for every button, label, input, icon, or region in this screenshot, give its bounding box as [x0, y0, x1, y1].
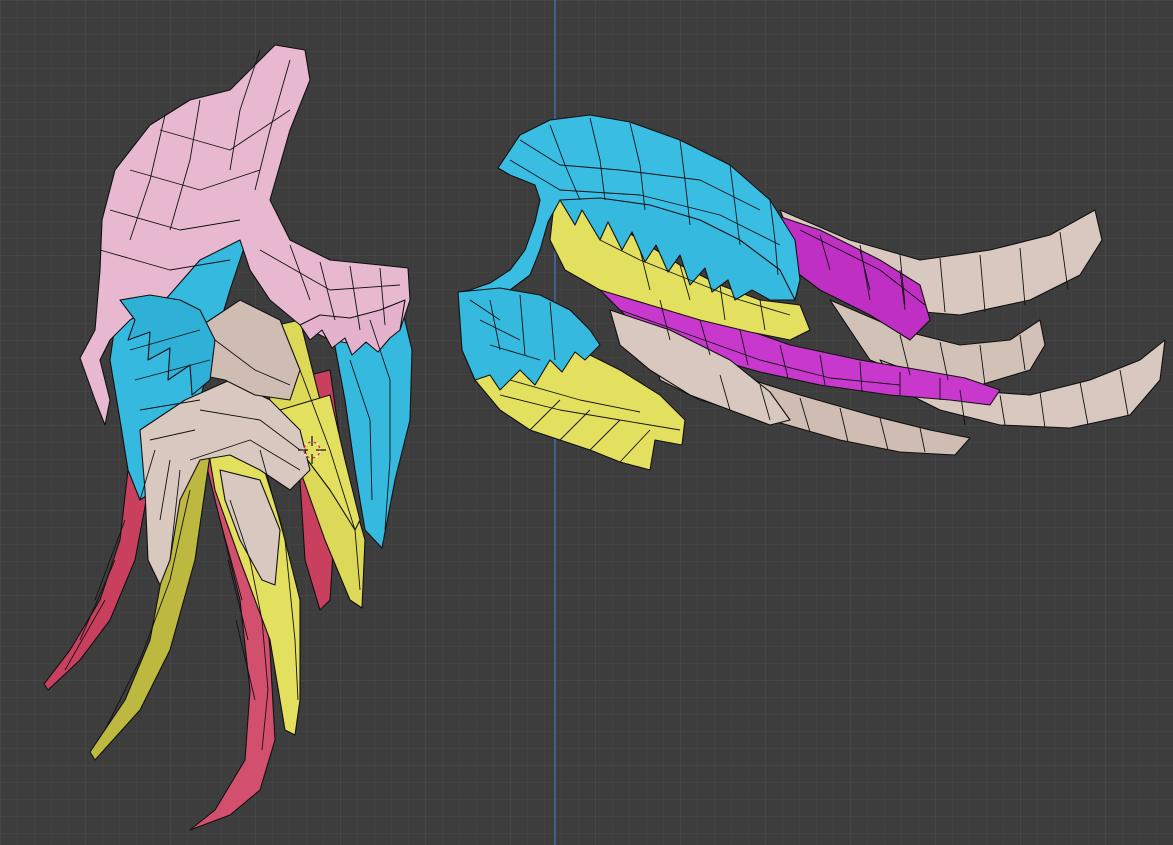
viewport-canvas[interactable]	[0, 0, 1173, 845]
3d-viewport[interactable]	[0, 0, 1173, 845]
